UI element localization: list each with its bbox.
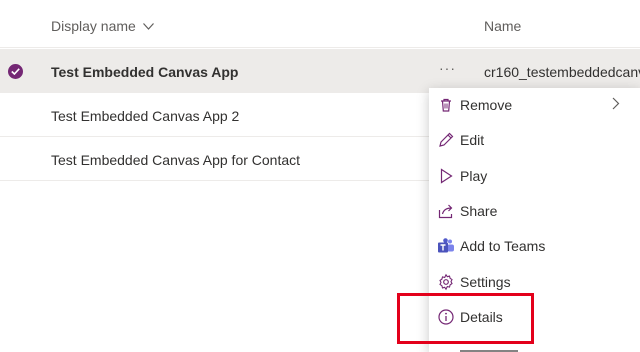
more-commands-button[interactable]: ··· xyxy=(439,60,456,76)
row-display-name[interactable]: Test Embedded Canvas App 2 xyxy=(51,108,239,124)
context-menu: Remove Edit Play Share Add to Teams Sett… xyxy=(429,88,640,352)
menu-item-label: Settings xyxy=(460,274,511,290)
gear-icon xyxy=(439,273,453,291)
menu-item-settings[interactable]: Settings xyxy=(429,265,640,299)
menu-item-edit[interactable]: Edit xyxy=(429,123,640,157)
row-display-name[interactable]: Test Embedded Canvas App xyxy=(51,64,238,80)
chevron-down-icon xyxy=(142,22,154,30)
chevron-right-icon xyxy=(612,97,620,110)
info-icon xyxy=(438,309,454,325)
play-icon xyxy=(440,168,453,184)
menu-item-label: Share xyxy=(460,203,498,219)
table-row[interactable]: Test Embedded Canvas App ··· cr160_teste… xyxy=(0,49,640,93)
teams-icon xyxy=(438,238,454,253)
name-column-header[interactable]: Name xyxy=(484,18,521,34)
pencil-icon xyxy=(439,132,454,147)
menu-item-label: Add to Teams xyxy=(460,238,546,254)
display-name-header-label: Display name xyxy=(51,18,136,34)
menu-item-label: Edit xyxy=(460,132,485,148)
menu-item-play[interactable]: Play xyxy=(429,159,640,193)
selected-check-icon[interactable] xyxy=(8,64,23,79)
menu-item-remove[interactable]: Remove xyxy=(429,88,640,122)
menu-item-add-to-teams[interactable]: Add to Teams xyxy=(429,229,640,263)
list-header: Display name Name xyxy=(0,0,640,48)
menu-item-label: Remove xyxy=(460,97,513,113)
display-name-column-header[interactable]: Display name xyxy=(51,18,154,34)
row-name: cr160_testembeddedcanv xyxy=(484,64,640,80)
menu-item-share[interactable]: Share xyxy=(429,194,640,228)
menu-item-label: Details xyxy=(460,309,503,325)
row-display-name[interactable]: Test Embedded Canvas App for Contact xyxy=(51,152,300,168)
menu-item-details[interactable]: Details xyxy=(429,300,640,334)
menu-item-label: Play xyxy=(460,168,488,184)
trash-icon xyxy=(441,98,451,112)
share-icon xyxy=(438,204,453,219)
menu-item-partial xyxy=(460,344,580,352)
